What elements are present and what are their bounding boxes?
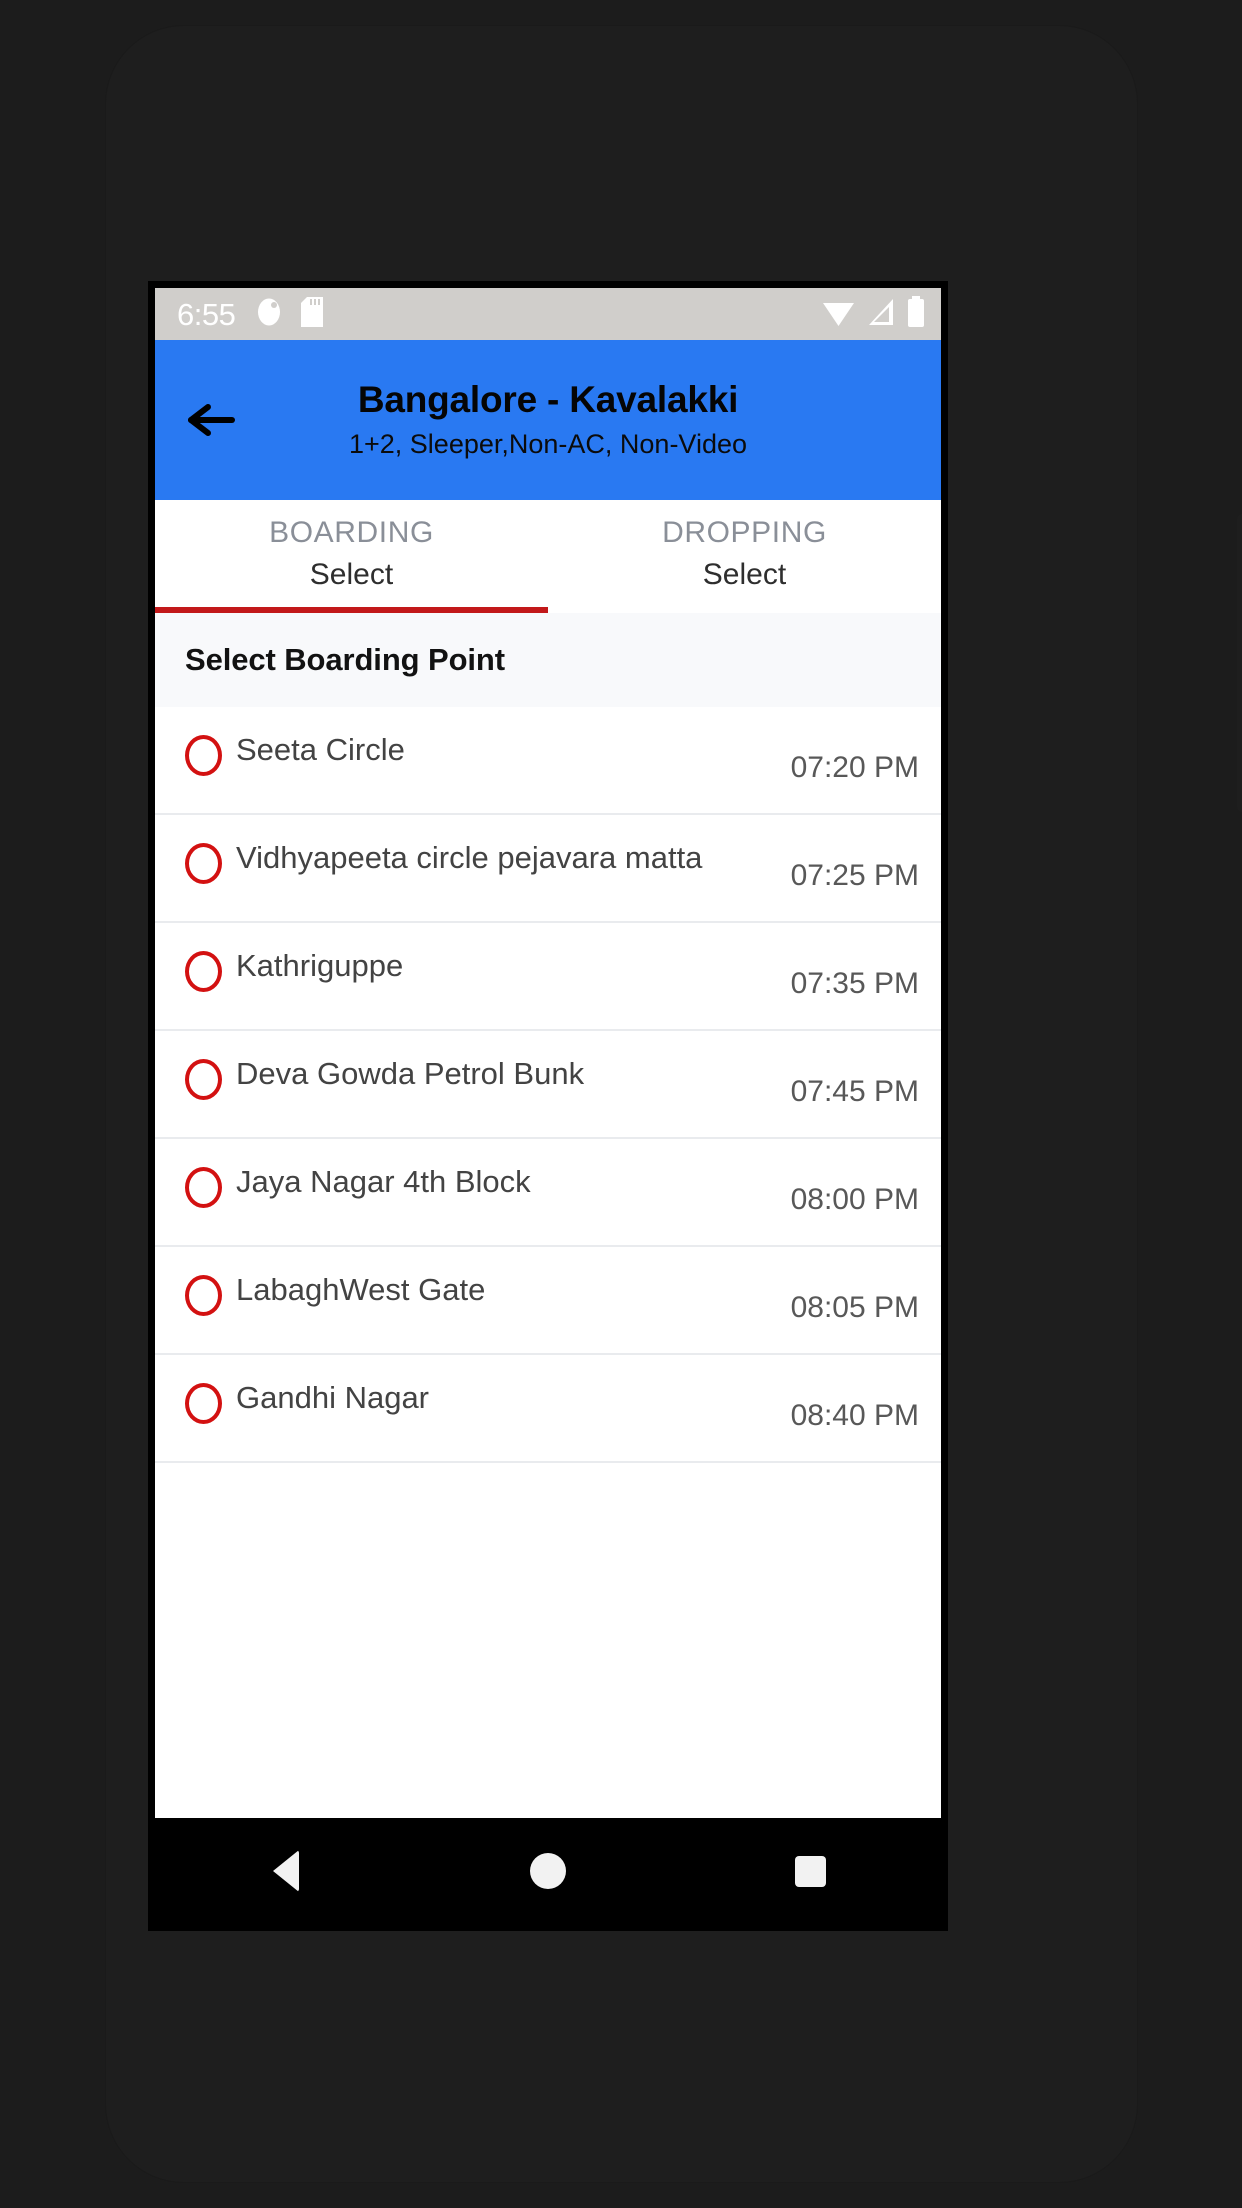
app-bar: Bangalore - Kavalakki 1+2, Sleeper,Non-A…	[155, 340, 941, 500]
boarding-point-row[interactable]: Seeta Circle 07:20 PM	[155, 707, 941, 815]
back-button[interactable]	[179, 387, 245, 453]
nav-back-button[interactable]	[236, 1818, 336, 1924]
boarding-point-name: Gandhi Nagar	[236, 1379, 430, 1415]
power-button[interactable]	[1237, 514, 1242, 812]
boarding-point-name: Seeta Circle	[236, 731, 405, 767]
boarding-point-name: Kathriguppe	[236, 947, 404, 983]
boarding-point-time: 08:05 PM	[790, 1291, 919, 1324]
app-bar-title-group: Bangalore - Kavalakki 1+2, Sleeper,Non-A…	[155, 378, 941, 462]
boarding-point-row[interactable]: Deva Gowda Petrol Bunk 07:45 PM	[155, 1031, 941, 1139]
sd-card-icon	[301, 296, 324, 332]
nav-home-button[interactable]	[498, 1818, 598, 1924]
wifi-icon	[822, 297, 855, 332]
tab-dropping-label: DROPPING	[662, 516, 827, 549]
back-arrow-icon	[188, 404, 235, 436]
radio-button-icon[interactable]	[185, 950, 222, 992]
status-bar-system-icons	[822, 296, 925, 332]
boarding-point-time: 07:25 PM	[790, 859, 919, 892]
boarding-point-name: Vidhyapeeta circle pejavara matta	[236, 839, 703, 875]
boarding-point-name: LabaghWest Gate	[236, 1271, 486, 1307]
android-navigation-bar	[155, 1818, 941, 1924]
radio-button-icon[interactable]	[185, 1274, 222, 1316]
boarding-point-row[interactable]: LabaghWest Gate 08:05 PM	[155, 1247, 941, 1355]
tab-dropping[interactable]: DROPPING Select	[548, 500, 941, 613]
boarding-point-time: 08:40 PM	[790, 1399, 919, 1432]
back-triangle-icon	[273, 1850, 299, 1892]
tab-boarding-value: Select	[309, 557, 394, 591]
nav-recents-button[interactable]	[760, 1818, 860, 1924]
recents-square-icon	[794, 1855, 826, 1887]
radio-button-icon[interactable]	[185, 1058, 222, 1100]
page-subtitle: 1+2, Sleeper,Non-AC, Non-Video	[349, 428, 747, 459]
radio-button-icon[interactable]	[185, 734, 222, 776]
status-bar: 6:55	[155, 288, 941, 340]
boarding-point-row[interactable]: Gandhi Nagar 08:40 PM	[155, 1355, 941, 1463]
tab-bar: BOARDING Select DROPPING Select	[155, 500, 941, 613]
section-header-label: Select Boarding Point	[185, 642, 505, 677]
boarding-point-name: Deva Gowda Petrol Bunk	[236, 1055, 585, 1091]
tab-dropping-value: Select	[702, 557, 787, 591]
boarding-point-row[interactable]: Jaya Nagar 4th Block 08:00 PM	[155, 1139, 941, 1247]
boarding-point-row[interactable]: Kathriguppe 07:35 PM	[155, 923, 941, 1031]
cellular-signal-icon	[867, 297, 895, 332]
tab-active-indicator	[155, 607, 548, 613]
radio-button-icon[interactable]	[185, 842, 222, 884]
tab-boarding[interactable]: BOARDING Select	[155, 500, 548, 613]
section-header: Select Boarding Point	[155, 613, 941, 707]
boarding-point-time: 08:00 PM	[790, 1183, 919, 1216]
status-bar-notifications	[257, 296, 324, 332]
phone-screen: 6:55 Bangalore - Kavalakki 1+2, Sleeper,…	[155, 288, 941, 1924]
notification-dot-icon	[257, 297, 283, 332]
boarding-point-row[interactable]: Vidhyapeeta circle pejavara matta 07:25 P…	[155, 815, 941, 923]
page-title: Bangalore - Kavalakki	[357, 379, 739, 421]
tab-boarding-label: BOARDING	[269, 516, 434, 549]
home-circle-icon	[530, 1853, 566, 1889]
boarding-point-time: 07:20 PM	[790, 751, 919, 784]
radio-button-icon[interactable]	[185, 1166, 222, 1208]
status-bar-clock: 6:55	[177, 296, 236, 332]
boarding-point-name: Jaya Nagar 4th Block	[236, 1163, 531, 1199]
radio-button-icon[interactable]	[185, 1382, 222, 1424]
boarding-point-time: 07:35 PM	[790, 967, 919, 1000]
boarding-point-list: Seeta Circle 07:20 PM Vidhyapeeta circle p…	[155, 707, 941, 1463]
boarding-point-time: 07:45 PM	[790, 1075, 919, 1108]
battery-icon	[907, 296, 925, 332]
